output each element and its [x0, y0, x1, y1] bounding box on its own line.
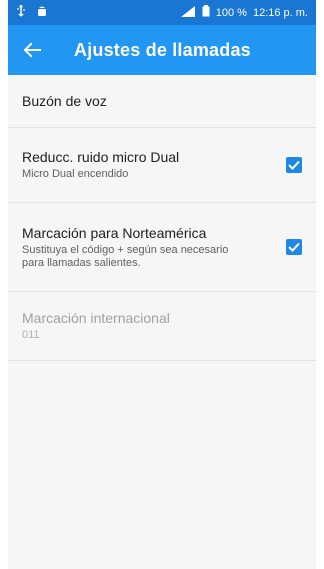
setting-subtitle: Micro Dual encendido [22, 168, 129, 180]
setting-na-dialing[interactable]: Marcación para Norteamérica Sustituya el… [8, 203, 316, 292]
setting-title: Reducc. ruido micro Dual [22, 149, 180, 165]
battery-text: 100 % [215, 6, 247, 19]
setting-text: Buzón de voz [22, 93, 302, 109]
signal-icon [180, 5, 196, 20]
setting-intl-dialing: Marcación internacional 011 [8, 292, 316, 361]
setting-dual-mic[interactable]: Reducc. ruido micro Dual Micro Dual ence… [8, 128, 316, 203]
setting-voicemail[interactable]: Buzón de voz [8, 75, 316, 128]
device-frame: 100 % 12:16 p. m. Ajustes de llamadas Bu… [0, 0, 324, 569]
clock: 12:16 p. m. [252, 6, 308, 19]
status-bar: 100 % 12:16 p. m. [8, 0, 316, 25]
setting-text: Marcación internacional 011 [22, 310, 302, 342]
page-title: Ajustes de llamadas [74, 39, 251, 60]
setting-subtitle: Sustituya el código + según sea necesari… [22, 243, 229, 269]
usb-icon [16, 5, 26, 20]
dual-mic-checkbox[interactable] [286, 157, 302, 173]
setting-title: Marcación internacional [22, 310, 170, 326]
screen: 100 % 12:16 p. m. Ajustes de llamadas Bu… [8, 0, 316, 569]
setting-subtitle: 011 [22, 329, 40, 341]
na-dialing-checkbox[interactable] [286, 239, 302, 255]
back-arrow-icon[interactable] [20, 38, 44, 62]
android-icon [36, 5, 48, 20]
battery-icon [202, 5, 210, 20]
status-right: 100 % 12:16 p. m. [180, 5, 308, 20]
setting-text: Reducc. ruido micro Dual Micro Dual ence… [22, 149, 276, 181]
setting-title: Buzón de voz [22, 93, 107, 109]
setting-text: Marcación para Norteamérica Sustituya el… [22, 225, 276, 270]
setting-title: Marcación para Norteamérica [22, 224, 207, 241]
status-left [16, 5, 48, 20]
settings-list: Buzón de voz Reducc. ruido micro Dual Mi… [8, 75, 316, 361]
app-bar: Ajustes de llamadas [8, 25, 316, 75]
